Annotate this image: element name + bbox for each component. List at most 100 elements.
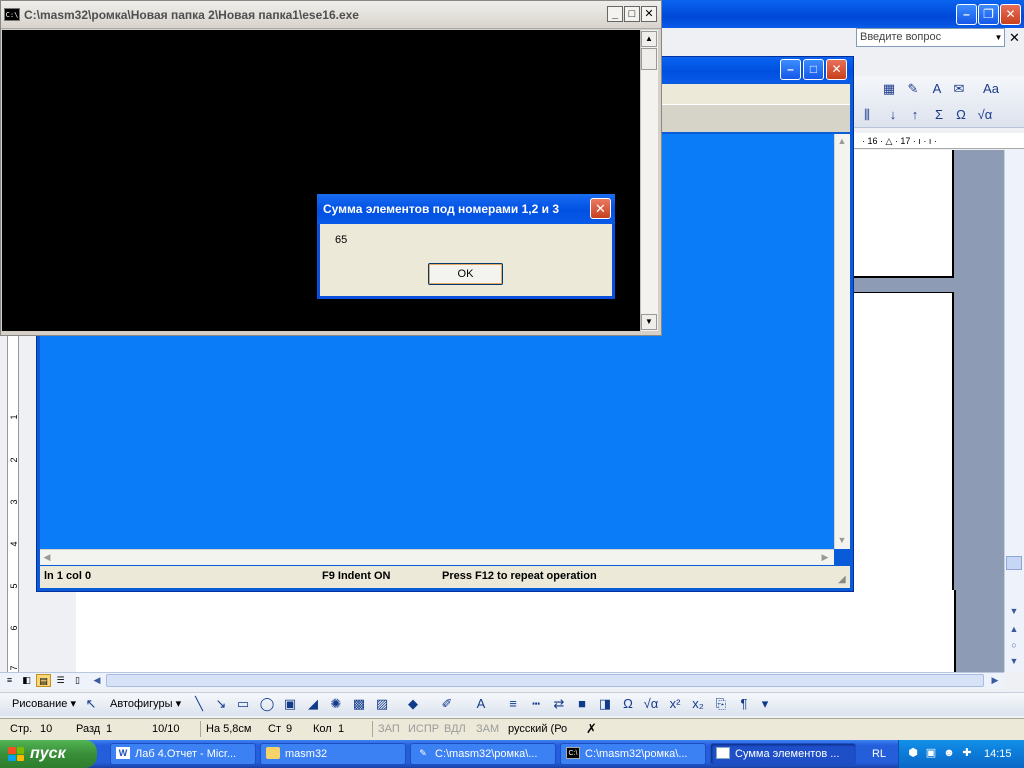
scroll-right-icon[interactable]: ▶ (818, 550, 832, 564)
clipart-icon[interactable]: ▩ (350, 695, 368, 713)
taskbar-item-console[interactable]: C:\masm32\ромка\... (560, 743, 706, 765)
outline-view-icon[interactable]: ☰ (53, 674, 68, 687)
security-icon[interactable]: ✚ (960, 746, 974, 760)
scroll-right-icon[interactable]: ▶ (988, 674, 1002, 687)
equation-icon[interactable]: √α (642, 695, 660, 713)
autoshapes-menu[interactable]: Автофигуры ▾ (110, 692, 181, 716)
next-page-icon[interactable]: ▼ (1005, 654, 1023, 668)
drawing-menu[interactable]: Рисование ▾ (12, 692, 76, 716)
sort-desc-icon[interactable]: ↑ (906, 106, 924, 124)
spelling-status-icon[interactable]: ✗ (586, 718, 597, 740)
omega-icon[interactable]: Ω (952, 106, 970, 124)
vruler-number: 3 (9, 499, 19, 505)
word-close-button[interactable]: ✕ (1000, 4, 1021, 25)
status-ext[interactable]: ВДЛ (444, 718, 466, 740)
vertical-scroll-thumb[interactable] (1006, 556, 1022, 570)
vertical-scrollbar[interactable] (1004, 150, 1024, 672)
select-pointer-icon[interactable]: ↖ (82, 695, 100, 713)
status-rec[interactable]: ЗАП (378, 718, 400, 740)
arrow-style-icon[interactable]: ⇄ (550, 695, 568, 713)
ask-question-input[interactable]: Введите вопрос (856, 28, 994, 47)
scroll-up-icon[interactable]: ▲ (641, 31, 657, 47)
web-view-icon[interactable]: ◧ (19, 674, 34, 687)
arrow-icon[interactable]: ↘ (212, 695, 230, 713)
line-color-icon[interactable]: ✐ (438, 695, 456, 713)
wordart-insert-icon[interactable]: ◢ (304, 695, 322, 713)
ok-button[interactable]: OK (428, 263, 503, 285)
reading-view-icon[interactable]: ▯ (70, 674, 85, 687)
dash-style-icon[interactable]: ┅ (527, 695, 545, 713)
document-page[interactable] (76, 590, 956, 672)
word-minimize-button[interactable]: – (956, 4, 977, 25)
console-maximize-button[interactable]: □ (624, 6, 640, 22)
textbox-icon[interactable]: ▣ (281, 695, 299, 713)
scroll-down-icon[interactable]: ▼ (641, 314, 657, 330)
font-size-icon[interactable]: Aa (982, 80, 1000, 98)
horizontal-scroll-thumb[interactable] (106, 674, 984, 687)
sum-icon[interactable]: Σ (930, 106, 948, 124)
browse-object-icon[interactable]: ○ (1005, 638, 1023, 652)
taskbar-item-folder[interactable]: masm32 (260, 743, 406, 765)
status-trk[interactable]: ИСПР (408, 718, 439, 740)
document-page[interactable] (852, 150, 954, 278)
diagram-icon[interactable]: ✺ (327, 695, 345, 713)
line-style-icon[interactable]: ≡ (504, 695, 522, 713)
superscript-icon[interactable]: x² (666, 695, 684, 713)
table-icon[interactable]: ▦ (880, 80, 898, 98)
print-view-icon[interactable]: ▤ (36, 674, 51, 687)
antivirus-icon[interactable]: ☻ (942, 746, 956, 760)
omega-symbol-icon[interactable]: Ω (619, 695, 637, 713)
message-box-close-button[interactable]: ✕ (590, 198, 611, 219)
toolbar-options-icon[interactable]: ▾ (756, 695, 774, 713)
pilcrow-icon[interactable]: ¶ (735, 695, 753, 713)
status-section-label: Разд (76, 723, 101, 735)
fill-color-icon[interactable]: ◆ (404, 695, 422, 713)
editor-horizontal-scrollbar[interactable]: ◀ (40, 549, 834, 565)
picture-icon[interactable]: ▨ (373, 695, 391, 713)
field-icon[interactable]: ⎘ (712, 695, 730, 713)
subscript-icon[interactable]: x₂ (689, 695, 707, 713)
editor-minimize-button[interactable]: – (780, 59, 801, 80)
console-minimize-button[interactable]: _ (607, 6, 623, 22)
taskbar-item-editor[interactable]: C:\masm32\ромка\... (410, 743, 556, 765)
sqrt-icon[interactable]: √α (976, 106, 994, 124)
console-close-button[interactable]: ✕ (641, 6, 657, 22)
monitor-icon[interactable]: ▣ (924, 746, 938, 760)
scroll-up-icon[interactable]: ▲ (835, 134, 849, 148)
mail-icon[interactable]: ✉ (950, 80, 968, 98)
task-label: Сумма элементов ... (735, 748, 840, 760)
editor-maximize-button[interactable]: □ (803, 59, 824, 80)
drawing-icon[interactable]: ✎ (904, 80, 922, 98)
taskbar-item-msgbox[interactable]: Сумма элементов ... (710, 743, 856, 765)
word-icon: W (116, 747, 130, 759)
status-ovr[interactable]: ЗАМ (476, 718, 499, 740)
scroll-left-icon[interactable]: ◀ (40, 550, 54, 564)
normal-view-icon[interactable]: ≡ (2, 674, 17, 687)
3d-icon[interactable]: ◨ (596, 695, 614, 713)
scroll-down-icon[interactable]: ▼ (1005, 604, 1023, 618)
scroll-down-icon[interactable]: ▼ (835, 533, 849, 547)
taskbar-item-word[interactable]: Лаб 4.Отчет - Micr... (110, 743, 256, 765)
prev-page-icon[interactable]: ▲ (1005, 622, 1023, 636)
document-close-icon[interactable]: ✕ (1009, 30, 1023, 46)
editor-vertical-scrollbar[interactable]: ▲ (834, 134, 850, 549)
shadow-icon[interactable]: ■ (573, 695, 591, 713)
line-icon[interactable]: ╲ (190, 695, 208, 713)
ask-dropdown-icon[interactable]: ▼ (993, 28, 1005, 47)
task-label: C:\masm32\ромка\... (435, 748, 538, 760)
console-scrollbar[interactable] (640, 30, 658, 331)
rectangle-icon[interactable]: ▭ (234, 695, 252, 713)
scroll-left-icon[interactable]: ◀ (90, 674, 104, 687)
wordart-icon[interactable]: A (928, 80, 946, 98)
language-indicator[interactable]: RL (862, 740, 896, 768)
sort-icon[interactable]: ↓ (884, 106, 902, 124)
resize-grip-icon[interactable]: ◢ (838, 574, 850, 586)
network-icon[interactable]: ⬢ (906, 746, 920, 760)
status-language: русский (Ро (508, 723, 568, 735)
columns-icon[interactable]: ⫼ (858, 106, 876, 124)
oval-icon[interactable]: ◯ (258, 695, 276, 713)
font-color-icon[interactable]: A (472, 695, 490, 713)
console-scroll-thumb[interactable] (641, 48, 657, 70)
word-restore-button[interactable]: ❐ (978, 4, 999, 25)
editor-close-button[interactable]: ✕ (826, 59, 847, 80)
